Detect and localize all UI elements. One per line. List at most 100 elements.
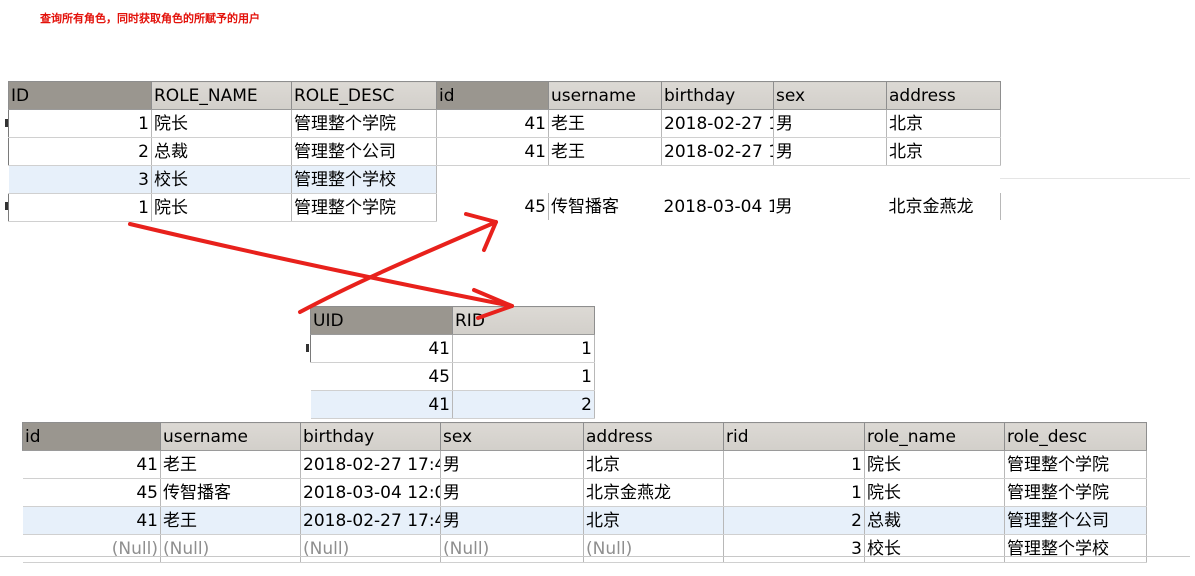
cell-sex[interactable]: 男 — [773, 109, 887, 138]
cell-birthday[interactable]: 2018-03-04 12:0 — [300, 478, 441, 507]
cell-username[interactable]: (Null) — [160, 534, 301, 563]
cell-address[interactable]: (Null) — [583, 534, 724, 563]
column-header-role-name[interactable]: ROLE_NAME — [151, 81, 292, 110]
table-row[interactable]: 41 1 — [310, 334, 595, 363]
cell-username[interactable]: 老王 — [160, 450, 301, 479]
cell-id[interactable]: 41 — [22, 506, 161, 535]
cell-role-desc[interactable]: 管理整个学院 — [1004, 450, 1147, 479]
cell-username[interactable]: 老王 — [160, 506, 301, 535]
cell-id[interactable]: 41 — [436, 137, 549, 166]
table-row[interactable]: 41 2 — [310, 390, 595, 419]
cell-rid[interactable]: 2 — [723, 506, 865, 535]
column-header-username[interactable]: username — [160, 422, 301, 451]
column-header-rid[interactable]: RID — [452, 306, 595, 335]
column-header-address[interactable]: address — [583, 422, 724, 451]
table-row[interactable]: 45 1 — [310, 362, 595, 391]
cell-role-desc[interactable]: 管理整个学院 — [1004, 478, 1147, 507]
cell-address[interactable]: 北京 — [886, 137, 1001, 166]
table-row[interactable]: 45 传智播客 2018-03-04 1 男 北京金燕龙 — [436, 193, 1001, 220]
column-header-sex[interactable]: sex — [440, 422, 584, 451]
column-header-sex[interactable]: sex — [773, 81, 887, 110]
cell-rid[interactable]: 1 — [723, 478, 865, 507]
table-row[interactable]: (Null) (Null) (Null) (Null) (Null) 3 校长 … — [22, 534, 1147, 563]
cell-address[interactable]: 北京 — [583, 450, 724, 479]
cell-sex[interactable]: 男 — [440, 506, 584, 535]
column-header-id[interactable]: id — [22, 422, 161, 451]
column-header-birthday[interactable]: birthday — [661, 81, 774, 110]
cell-role-name[interactable]: 校长 — [864, 534, 1005, 563]
cell-sex[interactable]: 男 — [774, 193, 887, 220]
cell-id[interactable]: 1 — [8, 109, 152, 138]
cell-rid[interactable]: 1 — [452, 334, 595, 363]
table-row[interactable]: 41 老王 2018-02-27 17:4 男 北京 2 总裁 管理整个公司 — [22, 506, 1147, 535]
table-row[interactable]: 3 校长 管理整个学校 — [8, 165, 437, 194]
cell-role-name[interactable]: 校长 — [151, 165, 292, 194]
cell-role-desc[interactable]: 管理整个学院 — [291, 109, 437, 138]
column-header-address[interactable]: address — [886, 81, 1001, 110]
cell-birthday[interactable]: 2018-02-27 17:4 — [300, 506, 441, 535]
table-row[interactable]: 41 老王 2018-02-27 1 男 北京 — [436, 137, 1001, 166]
cell-sex[interactable]: (Null) — [440, 534, 584, 563]
empty-cell — [662, 166, 774, 194]
column-header-rid[interactable]: rid — [723, 422, 865, 451]
cell-birthday[interactable]: 2018-02-27 17:4 — [300, 450, 441, 479]
cell-sex[interactable]: 男 — [440, 478, 584, 507]
cell-role-name[interactable]: 院长 — [864, 478, 1005, 507]
cell-birthday[interactable]: 2018-03-04 1 — [662, 193, 774, 220]
table-row[interactable]: 1 院长 管理整个学院 — [8, 109, 437, 138]
cell-id[interactable]: 2 — [8, 137, 152, 166]
cell-role-desc[interactable]: 管理整个学校 — [1004, 534, 1147, 563]
row-pointer-icon — [5, 119, 8, 127]
column-header-id[interactable]: ID — [8, 81, 152, 110]
cell-id[interactable]: 1 — [8, 193, 152, 222]
column-header-uid[interactable]: UID — [310, 306, 453, 335]
cell-role-name[interactable]: 院长 — [864, 450, 1005, 479]
cell-role-name[interactable]: 院长 — [151, 109, 292, 138]
column-header-role-desc[interactable]: ROLE_DESC — [291, 81, 437, 110]
cell-role-desc[interactable]: 管理整个学校 — [291, 165, 437, 194]
cell-role-desc[interactable]: 管理整个公司 — [1004, 506, 1147, 535]
cell-birthday[interactable]: 2018-02-27 1 — [661, 137, 774, 166]
cell-sex[interactable]: 男 — [773, 137, 887, 166]
cell-id[interactable]: 41 — [22, 450, 161, 479]
table-row[interactable]: 41 老王 2018-02-27 17:4 男 北京 1 院长 管理整个学院 — [22, 450, 1147, 479]
cell-address[interactable]: 北京金燕龙 — [583, 478, 724, 507]
cell-sex[interactable]: 男 — [440, 450, 584, 479]
cell-id[interactable]: 45 — [436, 193, 549, 220]
cell-role-desc[interactable]: 管理整个学院 — [291, 193, 437, 222]
cell-uid[interactable]: 41 — [310, 334, 453, 363]
cell-rid[interactable]: 2 — [452, 390, 595, 419]
cell-address[interactable]: 北京 — [583, 506, 724, 535]
table-row[interactable]: 1 院长 管理整个学院 — [8, 193, 437, 222]
cell-birthday[interactable]: (Null) — [300, 534, 441, 563]
cell-address[interactable]: 北京金燕龙 — [886, 193, 1001, 220]
cell-id[interactable]: (Null) — [22, 534, 161, 563]
cell-rid[interactable]: 1 — [452, 362, 595, 391]
column-header-username[interactable]: username — [548, 81, 662, 110]
cell-id[interactable]: 45 — [22, 478, 161, 507]
table-row[interactable]: 45 传智播客 2018-03-04 12:0 男 北京金燕龙 1 院长 管理整… — [22, 478, 1147, 507]
cell-rid[interactable]: 3 — [723, 534, 865, 563]
empty-cell — [549, 166, 662, 194]
cell-role-name[interactable]: 总裁 — [151, 137, 292, 166]
column-header-role-name[interactable]: role_name — [864, 422, 1005, 451]
cell-role-desc[interactable]: 管理整个公司 — [291, 137, 437, 166]
table-row[interactable]: 41 老王 2018-02-27 1 男 北京 — [436, 109, 1001, 138]
column-header-birthday[interactable]: birthday — [300, 422, 441, 451]
cell-username[interactable]: 传智播客 — [549, 193, 662, 220]
table-row[interactable]: 2 总裁 管理整个公司 — [8, 137, 437, 166]
cell-address[interactable]: 北京 — [886, 109, 1001, 138]
column-header-id[interactable]: id — [436, 81, 549, 110]
cell-username[interactable]: 传智播客 — [160, 478, 301, 507]
column-header-role-desc[interactable]: role_desc — [1004, 422, 1147, 451]
cell-rid[interactable]: 1 — [723, 450, 865, 479]
cell-id[interactable]: 3 — [8, 165, 152, 194]
cell-username[interactable]: 老王 — [548, 109, 662, 138]
cell-username[interactable]: 老王 — [548, 137, 662, 166]
cell-uid[interactable]: 41 — [310, 390, 453, 419]
cell-role-name[interactable]: 总裁 — [864, 506, 1005, 535]
cell-role-name[interactable]: 院长 — [151, 193, 292, 222]
cell-birthday[interactable]: 2018-02-27 1 — [661, 109, 774, 138]
cell-id[interactable]: 41 — [436, 109, 549, 138]
cell-uid[interactable]: 45 — [310, 362, 453, 391]
